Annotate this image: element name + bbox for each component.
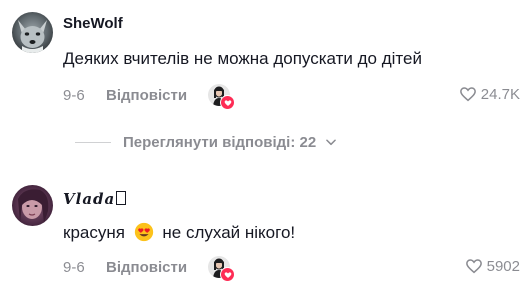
- comment-text: красуня не слухай нікого!: [63, 222, 295, 247]
- creator-liked-badge: [208, 84, 235, 110]
- heart-eyes-emoji-icon: [134, 222, 154, 247]
- comment-meta: 9-6 Відповісти: [63, 84, 520, 110]
- like-count: 24.7K: [480, 85, 520, 103]
- comment-text-part: красуня: [63, 223, 125, 242]
- girl-avatar-icon: [12, 185, 53, 226]
- chevron-down-icon: [326, 139, 337, 146]
- heart-icon: [220, 95, 235, 110]
- wolf-avatar-icon: [12, 12, 53, 53]
- like-count: 5902: [486, 257, 520, 275]
- reply-button[interactable]: Відповісти: [106, 259, 187, 276]
- comments-section: SheWolf Деяких вчителів не можна допуска…: [0, 0, 532, 300]
- avatar[interactable]: [12, 185, 53, 226]
- comment-date: 9-6: [63, 259, 85, 276]
- creator-liked-badge: [208, 256, 235, 282]
- username[interactable]: SheWolf: [63, 15, 123, 32]
- like-button[interactable]: 5902: [465, 257, 520, 275]
- comment-text: Деяких вчителів не можна допускати до ді…: [63, 49, 422, 68]
- like-button[interactable]: 24.7K: [459, 85, 520, 103]
- comment-date: 9-6: [63, 87, 85, 104]
- view-replies-button[interactable]: Переглянути відповіді: 22: [63, 130, 338, 154]
- avatar[interactable]: [12, 12, 53, 53]
- reply-button[interactable]: Відповісти: [106, 87, 187, 104]
- missing-glyph-icon: [116, 191, 127, 205]
- view-replies-label: Переглянути відповіді: 22: [123, 133, 317, 151]
- username-text: Vlada: [63, 190, 116, 208]
- divider: [75, 141, 111, 143]
- heart-outline-icon: [459, 87, 476, 102]
- heart-outline-icon: [465, 259, 482, 274]
- heart-icon: [220, 267, 235, 282]
- username[interactable]: Vlada: [63, 190, 127, 208]
- comment-meta: 9-6 Відповісти: [63, 256, 520, 282]
- comment-text-part: не слухай нікого!: [162, 223, 296, 242]
